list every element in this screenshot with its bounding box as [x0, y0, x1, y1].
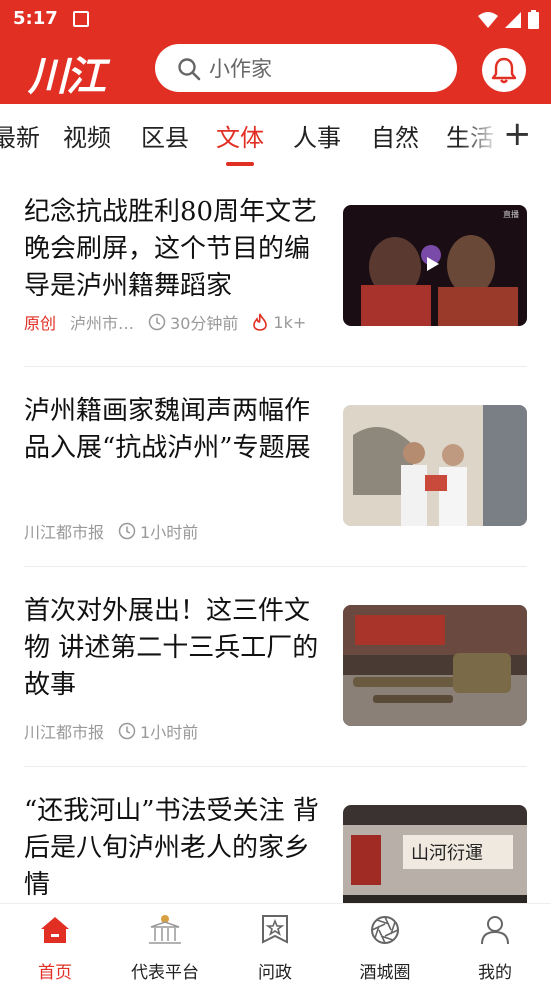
- search-bar[interactable]: [155, 44, 457, 92]
- divider: [24, 366, 527, 367]
- news-title: 首次对外展出！这三件文物 讲述第二十三兵工厂的故事: [24, 596, 319, 700]
- tab-personnel[interactable]: 人事: [293, 118, 341, 153]
- heat-count: 1k+: [273, 312, 307, 332]
- news-thumbnail: 直播: [343, 205, 527, 326]
- nav-mine[interactable]: 我的: [440, 912, 550, 983]
- nav-label: 酒城圈: [359, 963, 411, 983]
- nav-home[interactable]: 首页: [0, 912, 110, 983]
- tabs-fade: [460, 104, 500, 168]
- news-item[interactable]: 首次对外展出！这三件文物 讲述第二十三兵工厂的故事 川江都市报 1小时前: [24, 593, 527, 753]
- nav-wine-city[interactable]: 酒城圈: [330, 912, 440, 983]
- bottom-nav: 首页 代表平台 问政 酒城圈 我的: [0, 903, 551, 983]
- app-notification-icon: [73, 11, 89, 27]
- status-time: 5:17: [13, 8, 58, 29]
- news-source: 川江都市报: [24, 723, 105, 742]
- clock-icon: [118, 522, 136, 540]
- news-thumbnail: [343, 605, 527, 726]
- home-icon: [41, 917, 69, 943]
- divider: [24, 566, 527, 567]
- aperture-icon: [371, 916, 399, 944]
- news-time: 1小时前: [140, 723, 199, 742]
- news-meta: 川江都市报 1小时前: [24, 719, 198, 743]
- news-thumbnail: [343, 405, 527, 526]
- news-item[interactable]: “还我河山”书法受关注 背后是八旬泸州老人的家乡情 山河衍運: [24, 793, 527, 903]
- news-title: 纪念抗战胜利80周年文艺晚会刷屏，这个节目的编导是泸州籍舞蹈家: [24, 197, 318, 301]
- nav-label: 代表平台: [131, 963, 199, 983]
- app-header: 川江: [0, 38, 551, 104]
- original-tag: 原创: [24, 314, 57, 333]
- news-time: 1小时前: [140, 523, 199, 542]
- nav-label: 首页: [38, 963, 72, 983]
- wifi-icon: [478, 11, 498, 28]
- news-meta: 川江都市报 1小时前: [24, 519, 198, 543]
- search-icon: [178, 58, 201, 81]
- search-input[interactable]: [207, 54, 441, 84]
- clock-icon: [148, 313, 166, 331]
- tab-nature[interactable]: 自然: [371, 118, 419, 153]
- news-item[interactable]: 泸州籍画家魏闻声两幅作品入展“抗战泸州”专题展 川江都市报 1小时前: [24, 393, 527, 553]
- tab-latest[interactable]: 最新: [0, 118, 40, 153]
- user-icon: [481, 916, 509, 945]
- news-source: 泸州市…: [70, 314, 135, 333]
- signal-icon: [505, 11, 521, 28]
- news-thumbnail: 山河衍運: [343, 805, 527, 903]
- add-tab-button[interactable]: +: [503, 114, 532, 154]
- news-feed[interactable]: 纪念抗战胜利80周年文艺晚会刷屏，这个节目的编导是泸州籍舞蹈家 直播 原创 泸州…: [0, 168, 551, 903]
- hall-icon: [149, 915, 181, 944]
- nav-label: 问政: [258, 963, 292, 983]
- active-tab-indicator: [226, 162, 254, 166]
- nav-inquiry[interactable]: 问政: [220, 912, 330, 983]
- status-bar: 5:17: [0, 0, 551, 38]
- news-source: 川江都市报: [24, 523, 105, 542]
- category-tabs: 最新 视频 区县 文体 人事 自然 生活 +: [0, 104, 551, 168]
- fire-icon: [253, 313, 268, 331]
- bell-icon: [491, 57, 517, 84]
- nav-label: 我的: [478, 963, 512, 983]
- clock-icon: [118, 722, 136, 740]
- nav-representative-platform[interactable]: 代表平台: [110, 912, 220, 983]
- divider: [24, 766, 527, 767]
- tab-district[interactable]: 区县: [141, 118, 189, 153]
- star-badge-icon: [262, 915, 288, 944]
- news-title: “还我河山”书法受关注 背后是八旬泸州老人的家乡情: [24, 796, 319, 900]
- news-item[interactable]: 纪念抗战胜利80周年文艺晚会刷屏，这个节目的编导是泸州籍舞蹈家 直播 原创 泸州…: [24, 194, 527, 344]
- tab-video[interactable]: 视频: [63, 118, 111, 153]
- svg-text:直播: 直播: [503, 209, 519, 219]
- tab-culture-sports[interactable]: 文体: [216, 118, 264, 153]
- app-logo: 川江: [28, 53, 106, 100]
- news-title: 泸州籍画家魏闻声两幅作品入展“抗战泸州”专题展: [24, 396, 311, 463]
- svg-text:山河衍運: 山河衍運: [411, 843, 483, 864]
- news-meta: 原创 泸州市… 30分钟前 1k+: [24, 310, 306, 334]
- battery-icon: [528, 10, 539, 29]
- status-icons: [478, 10, 539, 29]
- notification-button[interactable]: [482, 48, 526, 92]
- news-time: 30分钟前: [170, 314, 239, 333]
